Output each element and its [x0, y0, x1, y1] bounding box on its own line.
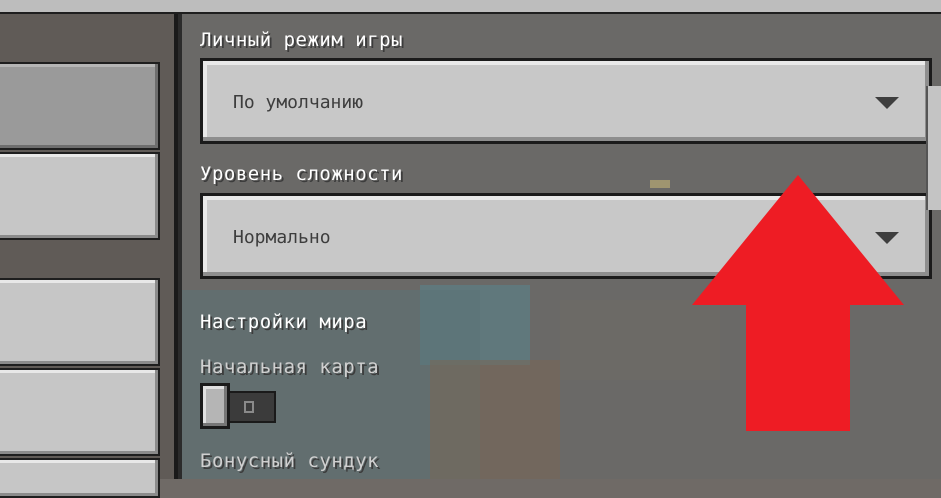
red-arrow-annotation-icon — [692, 175, 904, 431]
starting-map-toggle[interactable] — [200, 383, 278, 429]
left-tab-button-2[interactable] — [0, 152, 160, 240]
left-tab-button-1[interactable] — [0, 62, 160, 150]
world-settings-title: Настройки мира — [200, 311, 368, 333]
personal-game-mode-label: Личный режим игры — [200, 29, 403, 51]
top-bar — [0, 0, 941, 14]
starting-map-label: Начальная карта — [200, 356, 380, 378]
toggle-off-icon — [244, 401, 254, 413]
difficulty-label: Уровень сложности — [200, 163, 403, 185]
left-tab-panel — [0, 14, 178, 498]
left-tab-button-3[interactable] — [0, 278, 160, 366]
personal-game-mode-dropdown[interactable]: По умолчанию — [200, 58, 932, 144]
chevron-down-icon — [875, 97, 899, 109]
bonus-chest-label: Бонусный сундук — [200, 450, 380, 472]
personal-game-mode-value: По умолчанию — [233, 92, 364, 113]
left-tab-button-4[interactable] — [0, 368, 160, 456]
left-tab-button-5[interactable] — [0, 458, 160, 498]
difficulty-value: Нормально — [233, 227, 331, 248]
scrollbar[interactable] — [926, 86, 941, 210]
toggle-knob — [200, 383, 230, 429]
